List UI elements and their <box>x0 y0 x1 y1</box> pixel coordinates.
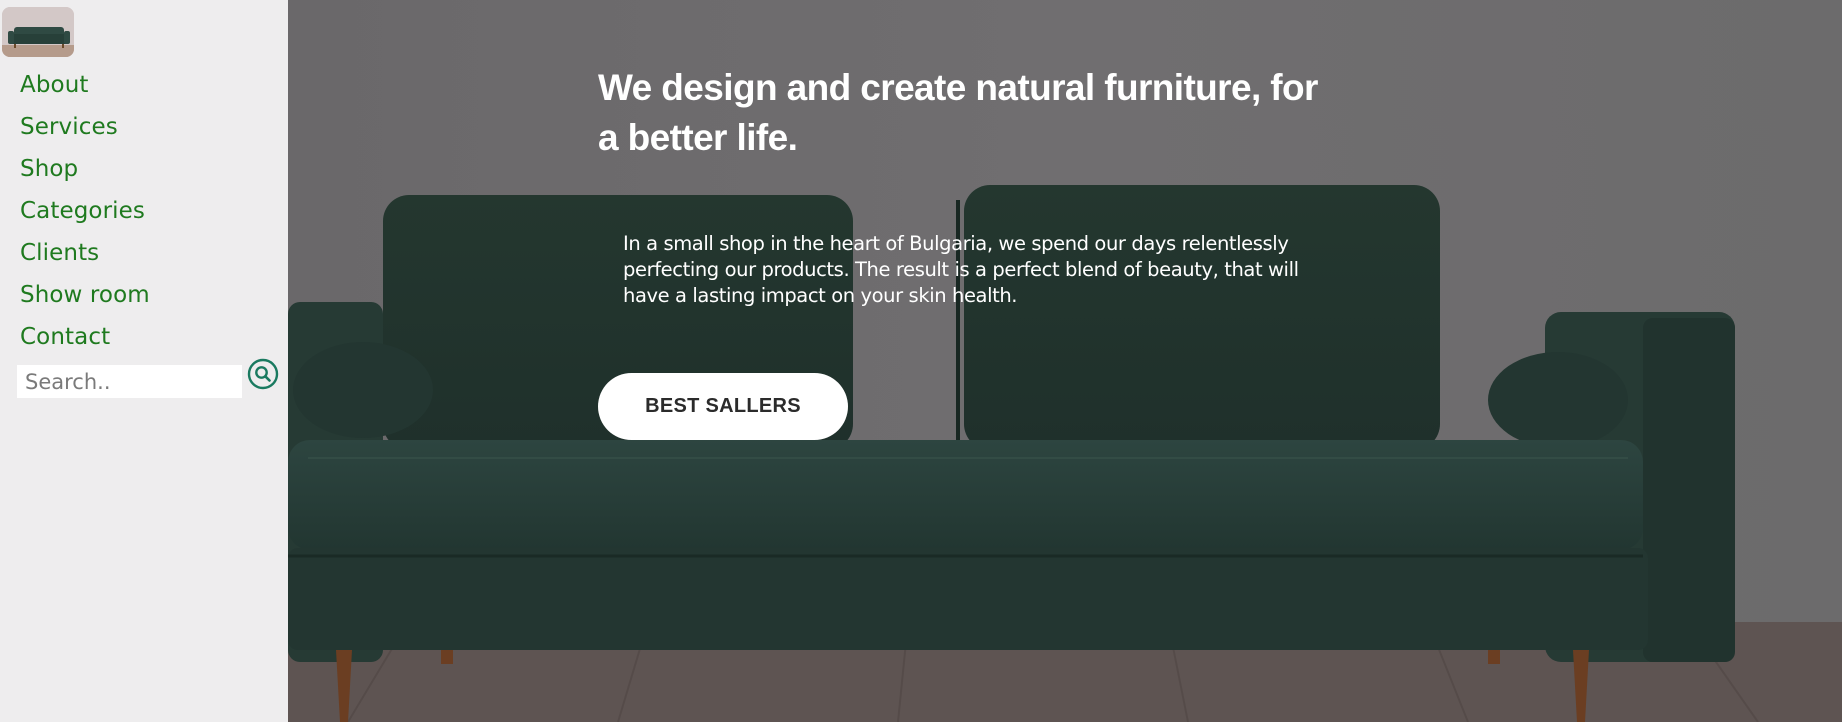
nav-link-about[interactable]: About <box>20 64 89 106</box>
nav-link-contact[interactable]: Contact <box>20 316 110 358</box>
search-box <box>17 365 242 398</box>
hero-description: In a small shop in the heart of Bulgaria… <box>623 232 1299 307</box>
nav-link-categories[interactable]: Categories <box>20 190 145 232</box>
best-sellers-button[interactable]: BEST SALLERS <box>598 373 848 440</box>
search-icon <box>247 358 279 390</box>
nav-link-clients[interactable]: Clients <box>20 232 99 274</box>
nav-link-shop[interactable]: Shop <box>20 148 78 190</box>
page: About Services Shop Categories Clients S… <box>0 0 1842 722</box>
search-input[interactable] <box>17 365 242 398</box>
nav-link-show-room[interactable]: Show room <box>20 274 150 316</box>
sofa-logo-icon <box>2 7 74 57</box>
sidebar: About Services Shop Categories Clients S… <box>0 0 288 722</box>
main-nav: About Services Shop Categories Clients S… <box>20 64 150 358</box>
search-button[interactable] <box>247 358 279 390</box>
hero-headline: We design and create natural furniture, … <box>598 67 1318 158</box>
logo[interactable] <box>2 7 74 57</box>
hero-section: We design and create natural furniture, … <box>288 0 1842 722</box>
nav-link-services[interactable]: Services <box>20 106 118 148</box>
